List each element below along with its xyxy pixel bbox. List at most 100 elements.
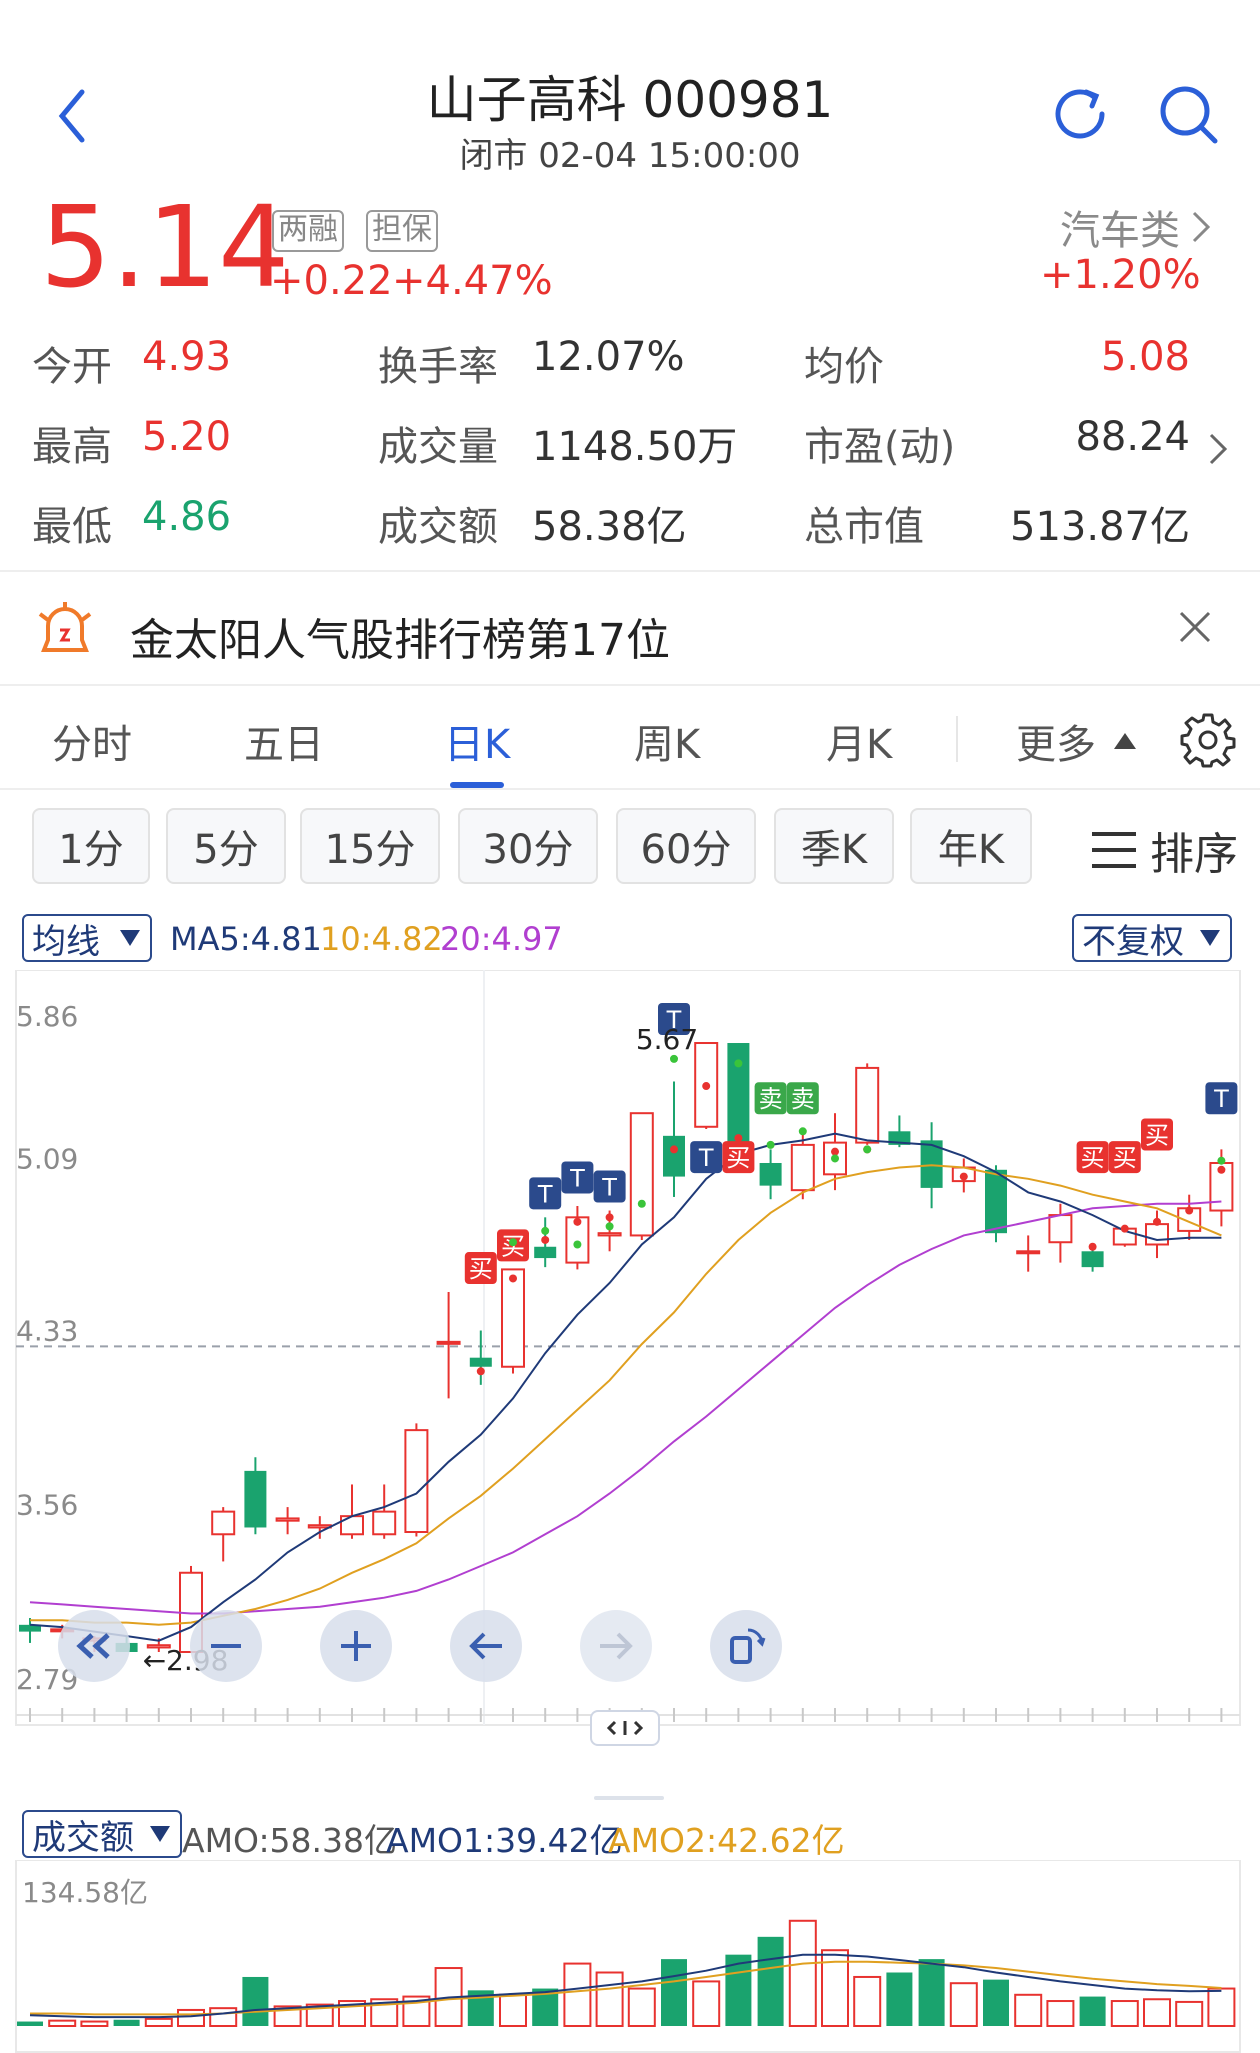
- tab-intraday[interactable]: 分时: [52, 712, 132, 770]
- volume-bar: [242, 1976, 269, 2026]
- adjust-select[interactable]: 不复权: [1072, 914, 1232, 962]
- candle: [404, 1423, 429, 1537]
- tab-monthly-k[interactable]: 月K: [826, 712, 892, 770]
- ma5-line: [29, 1132, 1222, 1642]
- caret-down-icon: [1200, 930, 1220, 946]
- signal-dot: [573, 1240, 582, 1249]
- signal-dot: [959, 1172, 968, 1181]
- period-5min[interactable]: 5分: [166, 808, 286, 884]
- volume-max-label: 134.58亿: [22, 1876, 148, 1909]
- signal-dot: [1088, 1242, 1097, 1251]
- candle: [1145, 1210, 1169, 1259]
- search-icon: [1160, 86, 1218, 144]
- period-15min[interactable]: 15分: [300, 808, 440, 884]
- zoom-out-button[interactable]: [190, 1610, 262, 1682]
- menu-icon: [1092, 832, 1136, 868]
- popularity-banner[interactable]: 金太阳人气股排行榜第17位: [0, 574, 1260, 684]
- period-quarter-k[interactable]: 季K: [774, 808, 894, 884]
- sort-label: 排序: [1150, 829, 1238, 880]
- fast-backward-button[interactable]: [58, 1610, 130, 1682]
- caret-down-icon: [150, 1826, 170, 1842]
- signal-dot: [605, 1222, 614, 1231]
- margin-tag: 两融: [272, 210, 344, 252]
- amo2-line: [30, 1960, 1222, 2016]
- signal-text: 买: [1113, 1144, 1137, 1172]
- candle: [275, 1507, 300, 1535]
- candle-body: [534, 1246, 557, 1259]
- candle-body: [1016, 1250, 1041, 1255]
- arrow-right-icon: [600, 1632, 633, 1660]
- amo1-readout: AMO1:39.42亿: [386, 1821, 623, 1860]
- tab-weekly-k[interactable]: 周K: [634, 712, 700, 770]
- chart-drag-handle[interactable]: [590, 1710, 660, 1746]
- signal-dot: [702, 1082, 711, 1091]
- tab-daily-k[interactable]: 日K: [444, 712, 510, 770]
- y-axis-label: 3.56: [16, 1489, 78, 1522]
- amo-readout: AMO:58.38亿: [182, 1821, 398, 1860]
- gear-icon: [1180, 713, 1236, 768]
- volume-label: 成交量: [378, 424, 498, 470]
- chart-settings-button[interactable]: [1176, 708, 1240, 772]
- tab-more[interactable]: 更多: [1016, 712, 1138, 770]
- signal-text: 买: [1145, 1121, 1169, 1149]
- candle: [340, 1484, 364, 1539]
- candle-body: [372, 1510, 397, 1536]
- open-value: 4.93: [142, 334, 232, 380]
- volume-bar: [209, 2007, 238, 2028]
- sort-button[interactable]: 排序: [1090, 818, 1238, 882]
- signal-dot: [734, 1134, 743, 1143]
- volume-bar: [918, 1959, 945, 2026]
- ma20-readout: 20:4.97: [440, 920, 563, 958]
- rotate-button[interactable]: [710, 1610, 782, 1682]
- last-price: 5.14: [40, 183, 290, 313]
- pan-right-button[interactable]: [580, 1610, 652, 1682]
- high-price-label: 5.67: [636, 1023, 698, 1056]
- open-label: 今开: [32, 344, 112, 390]
- banner-text: 金太阳人气股排行榜第17位: [130, 615, 670, 666]
- resize-horizontal-icon: [606, 1720, 644, 1736]
- signal-text: 买: [501, 1232, 525, 1260]
- volume-bar: [1014, 1993, 1043, 2027]
- tab-five-day[interactable]: 五日: [244, 712, 324, 770]
- stock-detail-screen: { "header": { "title": "山子高科 000981", "s…: [0, 0, 1260, 2053]
- period-1min[interactable]: 1分: [32, 808, 150, 884]
- candle: [501, 1268, 525, 1374]
- moving-averages: [29, 1132, 1222, 1642]
- pan-left-button[interactable]: [450, 1610, 522, 1682]
- arrow-left-icon: [469, 1632, 502, 1660]
- signal-dot: [831, 1154, 839, 1163]
- period-year-k[interactable]: 年K: [910, 808, 1032, 884]
- volume-bar: [692, 1980, 721, 2028]
- zoom-in-button[interactable]: [320, 1610, 392, 1682]
- caret-down-icon: [120, 930, 140, 946]
- sector-link[interactable]: 汽车类: [1060, 198, 1212, 256]
- period-30min[interactable]: 30分: [458, 808, 598, 884]
- mktcap-value: 513.87亿: [1010, 504, 1190, 550]
- turnover-value: 12.07%: [532, 334, 685, 380]
- period-60min[interactable]: 60分: [616, 808, 756, 884]
- refresh-button[interactable]: [1046, 80, 1116, 150]
- candle-body: [727, 1043, 750, 1145]
- candle-body: [1081, 1251, 1104, 1268]
- y-axis-label: 5.86: [16, 1000, 78, 1033]
- volume-bar: [48, 2019, 77, 2028]
- chevron-right-icon: [1192, 211, 1211, 243]
- signal-dot: [798, 1127, 807, 1136]
- signal-dot: [1185, 1206, 1194, 1215]
- volume-bar: [144, 2017, 173, 2028]
- stats-expand-button[interactable]: [1198, 424, 1238, 474]
- candle-body: [469, 1357, 492, 1367]
- volume-chart[interactable]: 134.58亿: [0, 1860, 1260, 2053]
- banner-close-button[interactable]: [1170, 602, 1220, 652]
- indicator-select[interactable]: 均线: [22, 914, 152, 962]
- search-button[interactable]: [1154, 80, 1224, 150]
- turnover-label: 换手率: [378, 344, 498, 390]
- divider: [0, 788, 1260, 790]
- volume-indicator-select[interactable]: 成交额: [22, 1810, 182, 1858]
- rotate-screen-icon: [730, 1628, 766, 1664]
- close-icon: [1179, 611, 1211, 643]
- volume-bar: [499, 1993, 527, 2027]
- refresh-icon: [1055, 89, 1105, 139]
- volume-bar: [595, 1971, 624, 2027]
- volume-bar: [563, 1962, 592, 2027]
